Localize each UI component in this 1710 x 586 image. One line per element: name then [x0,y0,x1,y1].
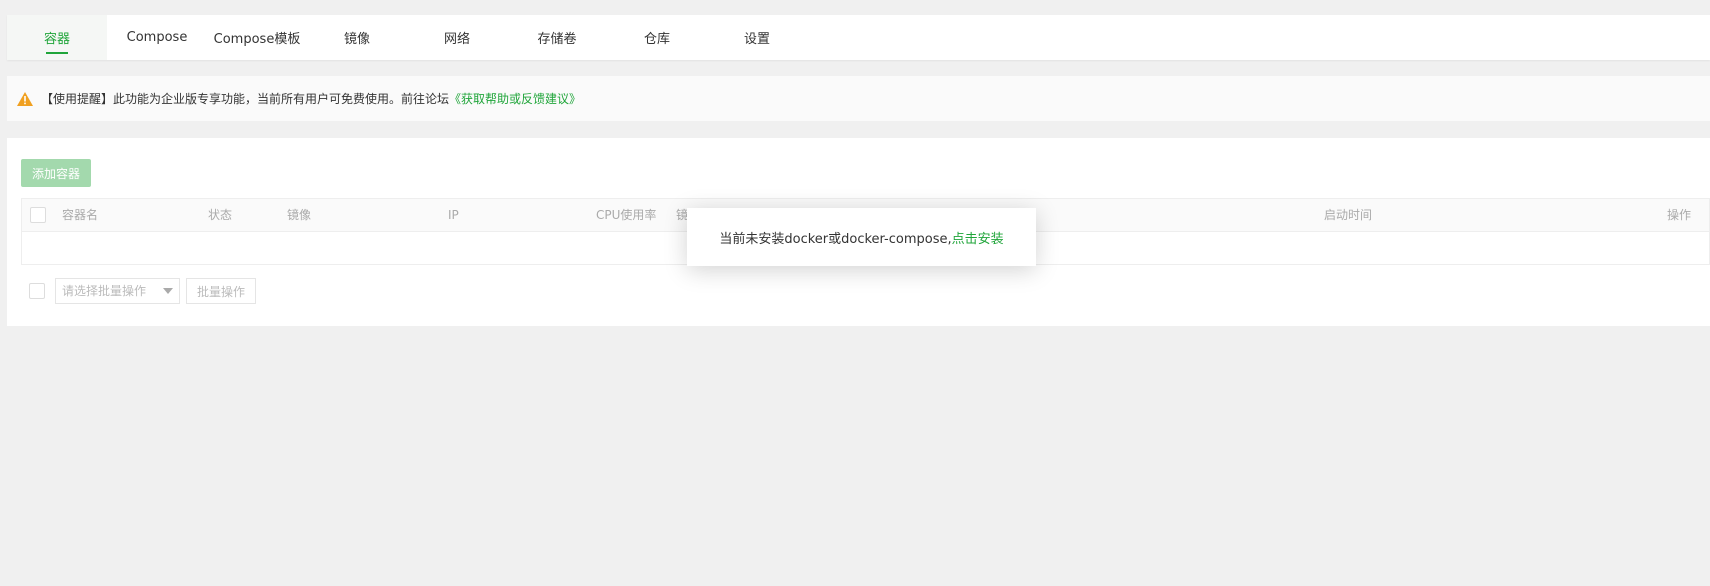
tab-label: 镜像 [343,32,370,47]
chevron-down-icon [163,288,173,294]
warning-icon [17,91,33,106]
install-link[interactable]: 点击安装 [952,228,1004,247]
column-header-ip: IP [448,208,459,222]
tab-bar: 容器 Compose Compose模板 镜像 网络 存储卷 仓库 设置 [7,15,1710,60]
page: 容器 Compose Compose模板 镜像 网络 存储卷 仓库 设置 【使用… [0,0,1710,586]
tab-images[interactable]: 镜像 [307,15,407,60]
batch-select-placeholder: 请选择批量操作 [62,284,147,298]
column-header-image: 镜像 [287,208,312,222]
tab-label: Compose [126,30,188,45]
column-header-start-time[interactable]: 启动时间 [1324,199,1372,232]
notice-text: 【使用提醒】此功能为企业版专享功能，当前所有用户可免费使用。前往论坛 [41,92,450,106]
tab-label: 容器 [43,32,70,47]
dialog-message: 当前未安装docker或docker-compose, [719,231,952,247]
batch-controls: 请选择批量操作 批量操作 [21,278,321,306]
tab-label: Compose模板 [213,32,301,47]
tab-registry[interactable]: 仓库 [607,15,707,60]
select-all-checkbox[interactable] [30,207,46,223]
column-header-actions: 操作 [1667,208,1692,222]
add-container-button[interactable]: 添加容器 [21,159,91,187]
forum-help-link[interactable]: 《获取帮助或反馈建议》 [449,90,581,107]
tab-volumes[interactable]: 存储卷 [507,15,607,60]
tab-label: 网络 [443,32,470,47]
column-header-cpu[interactable]: CPU使用率 [596,199,656,232]
docker-not-installed-dialog: 当前未安装docker或docker-compose, 点击安装 [687,208,1036,266]
tab-networks[interactable]: 网络 [407,15,507,60]
batch-action-button[interactable]: 批量操作 [186,278,256,304]
tab-label: 存储卷 [537,32,577,47]
tab-compose-templates[interactable]: Compose模板 [207,15,307,60]
batch-select-checkbox[interactable] [29,283,45,299]
batch-action-select[interactable]: 请选择批量操作 [55,278,180,304]
column-header-status: 状态 [208,208,233,222]
tab-containers[interactable]: 容器 [7,15,107,60]
usage-notice: 【使用提醒】此功能为企业版专享功能，当前所有用户可免费使用。前往论坛 《获取帮助… [7,76,1710,121]
tab-label: 设置 [743,32,770,47]
column-header-name[interactable]: 容器名 [62,199,98,232]
tab-settings[interactable]: 设置 [707,15,807,60]
tab-compose[interactable]: Compose [107,15,207,60]
tab-label: 仓库 [643,32,670,47]
